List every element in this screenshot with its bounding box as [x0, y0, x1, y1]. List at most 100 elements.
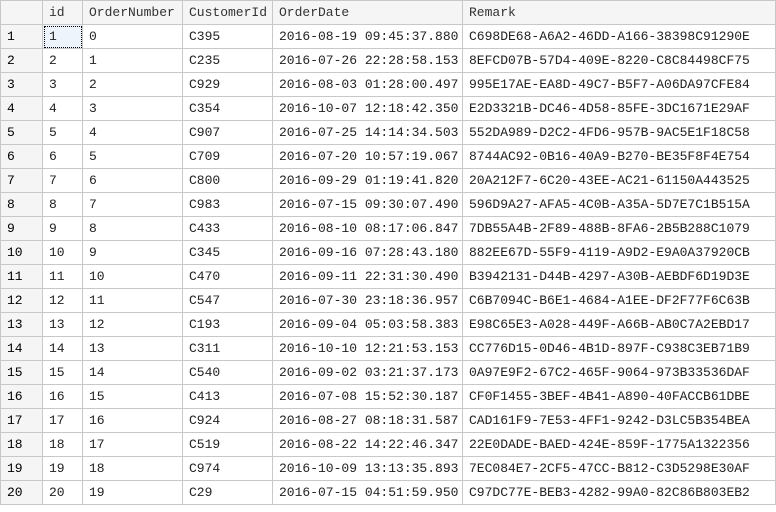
table-row[interactable]: 111110C4702016-09-11 22:31:30.490B394213…	[1, 265, 776, 289]
cell-remark[interactable]: 552DA989-D2C2-4FD6-957B-9AC5E1F18C58	[463, 121, 776, 145]
row-number-cell[interactable]: 17	[1, 409, 43, 433]
cell-orderdate[interactable]: 2016-09-02 03:21:37.173	[273, 361, 463, 385]
row-number-cell[interactable]: 4	[1, 97, 43, 121]
cell-customerid[interactable]: C924	[183, 409, 273, 433]
cell-customerid[interactable]: C193	[183, 313, 273, 337]
cell-orderdate[interactable]: 2016-09-11 22:31:30.490	[273, 265, 463, 289]
cell-customerid[interactable]: C709	[183, 145, 273, 169]
cell-remark[interactable]: CF0F1455-3BEF-4B41-A890-40FACCB61DBE	[463, 385, 776, 409]
cell-ordernumber[interactable]: 17	[83, 433, 183, 457]
cell-id[interactable]: 11	[43, 265, 83, 289]
cell-remark[interactable]: CC776D15-0D46-4B1D-897F-C938C3EB71B9	[463, 337, 776, 361]
cell-id[interactable]: 19	[43, 457, 83, 481]
cell-remark[interactable]: C698DE68-A6A2-46DD-A166-38398C91290E	[463, 25, 776, 49]
row-number-cell[interactable]: 15	[1, 361, 43, 385]
cell-customerid[interactable]: C519	[183, 433, 273, 457]
row-number-cell[interactable]: 12	[1, 289, 43, 313]
cell-remark[interactable]: 8EFCD07B-57D4-409E-8220-C8C84498CF75	[463, 49, 776, 73]
cell-orderdate[interactable]: 2016-07-15 04:51:59.950	[273, 481, 463, 505]
table-row[interactable]: 776C8002016-09-29 01:19:41.82020A212F7-6…	[1, 169, 776, 193]
table-row[interactable]: 110C3952016-08-19 09:45:37.880C698DE68-A…	[1, 25, 776, 49]
cell-remark[interactable]: 882EE67D-55F9-4119-A9D2-E9A0A37920CB	[463, 241, 776, 265]
cell-ordernumber[interactable]: 2	[83, 73, 183, 97]
cell-id[interactable]: 2	[43, 49, 83, 73]
table-row[interactable]: 121211C5472016-07-30 23:18:36.957C6B7094…	[1, 289, 776, 313]
table-row[interactable]: 332C9292016-08-03 01:28:00.497995E17AE-E…	[1, 73, 776, 97]
cell-orderdate[interactable]: 2016-07-25 14:14:34.503	[273, 121, 463, 145]
cell-orderdate[interactable]: 2016-09-29 01:19:41.820	[273, 169, 463, 193]
table-row[interactable]: 131312C1932016-09-04 05:03:58.383E98C65E…	[1, 313, 776, 337]
cell-id[interactable]: 8	[43, 193, 83, 217]
cell-id[interactable]: 18	[43, 433, 83, 457]
row-number-cell[interactable]: 14	[1, 337, 43, 361]
row-number-cell[interactable]: 18	[1, 433, 43, 457]
cell-customerid[interactable]: C235	[183, 49, 273, 73]
table-row[interactable]: 887C9832016-07-15 09:30:07.490596D9A27-A…	[1, 193, 776, 217]
cell-orderdate[interactable]: 2016-10-10 12:21:53.153	[273, 337, 463, 361]
cell-customerid[interactable]: C974	[183, 457, 273, 481]
row-number-cell[interactable]: 7	[1, 169, 43, 193]
cell-customerid[interactable]: C29	[183, 481, 273, 505]
cell-orderdate[interactable]: 2016-08-19 09:45:37.880	[273, 25, 463, 49]
table-row[interactable]: 191918C9742016-10-09 13:13:35.8937EC084E…	[1, 457, 776, 481]
cell-ordernumber[interactable]: 7	[83, 193, 183, 217]
cell-remark[interactable]: 0A97E9F2-67C2-465F-9064-973B33536DAF	[463, 361, 776, 385]
row-number-cell[interactable]: 19	[1, 457, 43, 481]
row-number-cell[interactable]: 2	[1, 49, 43, 73]
cell-ordernumber[interactable]: 6	[83, 169, 183, 193]
cell-remark[interactable]: 7DB55A4B-2F89-488B-8FA6-2B5B288C1079	[463, 217, 776, 241]
cell-remark[interactable]: E98C65E3-A028-449F-A66B-AB0C7A2EBD17	[463, 313, 776, 337]
cell-id[interactable]: 12	[43, 289, 83, 313]
cell-customerid[interactable]: C547	[183, 289, 273, 313]
cell-ordernumber[interactable]: 14	[83, 361, 183, 385]
cell-id[interactable]: 6	[43, 145, 83, 169]
cell-id[interactable]: 16	[43, 385, 83, 409]
cell-ordernumber[interactable]: 18	[83, 457, 183, 481]
table-row[interactable]: 181817C5192016-08-22 14:22:46.34722E0DAD…	[1, 433, 776, 457]
cell-id[interactable]: 4	[43, 97, 83, 121]
cell-id[interactable]: 17	[43, 409, 83, 433]
cell-orderdate[interactable]: 2016-07-15 09:30:07.490	[273, 193, 463, 217]
col-header-orderdate[interactable]: OrderDate	[273, 1, 463, 25]
cell-ordernumber[interactable]: 4	[83, 121, 183, 145]
cell-ordernumber[interactable]: 12	[83, 313, 183, 337]
corner-cell[interactable]	[1, 1, 43, 25]
cell-ordernumber[interactable]: 19	[83, 481, 183, 505]
row-number-cell[interactable]: 16	[1, 385, 43, 409]
table-row[interactable]: 221C2352016-07-26 22:28:58.1538EFCD07B-5…	[1, 49, 776, 73]
row-number-cell[interactable]: 13	[1, 313, 43, 337]
row-number-cell[interactable]: 10	[1, 241, 43, 265]
row-number-cell[interactable]: 20	[1, 481, 43, 505]
col-header-customerid[interactable]: CustomerId	[183, 1, 273, 25]
cell-orderdate[interactable]: 2016-10-07 12:18:42.350	[273, 97, 463, 121]
row-number-cell[interactable]: 6	[1, 145, 43, 169]
cell-remark[interactable]: C97DC77E-BEB3-4282-99A0-82C86B803EB2	[463, 481, 776, 505]
data-grid[interactable]: id OrderNumber CustomerId OrderDate Rema…	[0, 0, 776, 505]
cell-customerid[interactable]: C395	[183, 25, 273, 49]
cell-orderdate[interactable]: 2016-10-09 13:13:35.893	[273, 457, 463, 481]
table-row[interactable]: 443C3542016-10-07 12:18:42.350E2D3321B-D…	[1, 97, 776, 121]
cell-id[interactable]: 13	[43, 313, 83, 337]
table-row[interactable]: 151514C5402016-09-02 03:21:37.1730A97E9F…	[1, 361, 776, 385]
cell-ordernumber[interactable]: 9	[83, 241, 183, 265]
table-row[interactable]: 161615C4132016-07-08 15:52:30.187CF0F145…	[1, 385, 776, 409]
cell-customerid[interactable]: C354	[183, 97, 273, 121]
cell-ordernumber[interactable]: 0	[83, 25, 183, 49]
table-row[interactable]: 10109C3452016-09-16 07:28:43.180882EE67D…	[1, 241, 776, 265]
row-number-cell[interactable]: 9	[1, 217, 43, 241]
cell-id[interactable]: 14	[43, 337, 83, 361]
cell-remark[interactable]: 8744AC92-0B16-40A9-B270-BE35F8F4E754	[463, 145, 776, 169]
cell-ordernumber[interactable]: 11	[83, 289, 183, 313]
cell-ordernumber[interactable]: 3	[83, 97, 183, 121]
row-number-cell[interactable]: 8	[1, 193, 43, 217]
cell-id[interactable]: 20	[43, 481, 83, 505]
cell-remark[interactable]: 7EC084E7-2CF5-47CC-B812-C3D5298E30AF	[463, 457, 776, 481]
row-number-cell[interactable]: 1	[1, 25, 43, 49]
cell-customerid[interactable]: C470	[183, 265, 273, 289]
cell-ordernumber[interactable]: 5	[83, 145, 183, 169]
cell-orderdate[interactable]: 2016-09-04 05:03:58.383	[273, 313, 463, 337]
cell-orderdate[interactable]: 2016-08-10 08:17:06.847	[273, 217, 463, 241]
cell-orderdate[interactable]: 2016-07-20 10:57:19.067	[273, 145, 463, 169]
cell-remark[interactable]: 596D9A27-AFA5-4C0B-A35A-5D7E7C1B515A	[463, 193, 776, 217]
cell-ordernumber[interactable]: 1	[83, 49, 183, 73]
